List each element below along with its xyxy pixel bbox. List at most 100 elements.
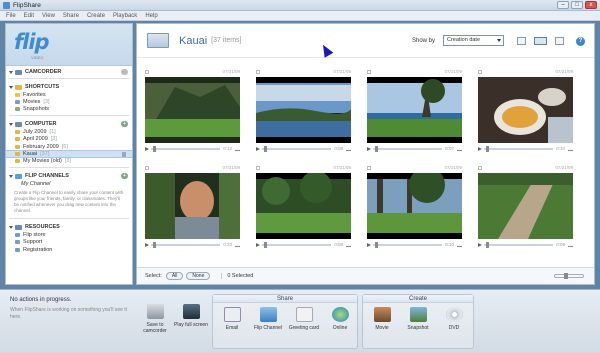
scrub-knob[interactable] — [153, 145, 156, 152]
play-full-screen-button[interactable]: Play full screen — [173, 304, 209, 328]
scrub-track[interactable] — [151, 145, 221, 152]
trim-icon[interactable] — [346, 147, 351, 151]
select-none-button[interactable]: None — [186, 272, 211, 280]
sidebar-item-my-movies-old[interactable]: My Movies (old) [3] — [6, 158, 132, 165]
video-thumbnail[interactable] — [367, 173, 462, 239]
menu-file[interactable]: File — [6, 13, 16, 19]
add-folder-icon[interactable]: + — [121, 121, 128, 128]
trim-icon[interactable] — [568, 147, 573, 151]
play-icon[interactable] — [256, 146, 260, 151]
flip-channels-header[interactable]: FLIP CHANNELS + — [6, 172, 132, 180]
snapshot-button[interactable]: Snapshot — [400, 307, 436, 331]
camcorder-header[interactable]: CAMCORDER — [6, 68, 132, 76]
resources-header[interactable]: RESOURCES — [6, 223, 132, 231]
select-checkbox[interactable] — [256, 166, 260, 170]
menu-help[interactable]: Help — [145, 13, 157, 19]
video-thumbnail[interactable] — [145, 77, 240, 143]
video-tile[interactable]: 07/21/09 0:10 — [367, 164, 462, 254]
add-channel-icon[interactable]: + — [121, 173, 128, 180]
scrub-knob[interactable] — [264, 145, 267, 152]
play-icon[interactable] — [145, 146, 149, 151]
video-thumbnail[interactable] — [145, 173, 240, 239]
play-icon[interactable] — [367, 146, 371, 151]
online-button[interactable]: Online — [322, 307, 358, 331]
video-tile[interactable]: 07/21/09 0:23 — [145, 164, 240, 254]
email-button[interactable]: Email — [214, 307, 250, 331]
select-checkbox[interactable] — [256, 70, 260, 74]
sidebar-item-my-channel[interactable]: My Channel — [6, 180, 132, 188]
dvd-button[interactable]: DVD — [436, 307, 472, 331]
movie-button[interactable]: Movie — [364, 307, 400, 331]
play-icon[interactable] — [256, 242, 260, 247]
menu-playback[interactable]: Playback — [113, 13, 137, 19]
sidebar-item-movies[interactable]: Movies [3] — [6, 98, 132, 105]
sort-select[interactable]: Creation date — [443, 35, 504, 46]
scrub-knob[interactable] — [486, 145, 489, 152]
scrub-knob[interactable] — [375, 145, 378, 152]
select-checkbox[interactable] — [145, 70, 149, 74]
scrub-track[interactable] — [484, 145, 554, 152]
trim-icon[interactable] — [346, 243, 351, 247]
scrub-knob[interactable] — [486, 241, 489, 248]
help-icon[interactable]: ? — [576, 37, 585, 46]
video-tile[interactable]: 07/21/09 0:08 — [256, 68, 351, 158]
scrub-knob[interactable] — [264, 241, 267, 248]
select-checkbox[interactable] — [145, 166, 149, 170]
list-view-icon[interactable] — [517, 37, 526, 45]
scrub-knob[interactable] — [375, 241, 378, 248]
trim-icon[interactable] — [457, 147, 462, 151]
select-checkbox[interactable] — [478, 70, 482, 74]
collapse-triangle-icon[interactable] — [9, 70, 13, 74]
video-thumbnail[interactable] — [367, 77, 462, 143]
sidebar-item-april-2009[interactable]: April 2009 [3] — [6, 136, 132, 143]
single-view-icon[interactable] — [555, 37, 564, 45]
shortcuts-header[interactable]: SHORTCUTS — [6, 83, 132, 91]
sidebar-item-kauai[interactable]: Kauai [37] — [6, 150, 132, 158]
collapse-triangle-icon[interactable] — [9, 174, 13, 178]
menu-share[interactable]: Share — [63, 13, 79, 19]
sidebar-item-support[interactable]: Support — [6, 239, 132, 246]
play-icon[interactable] — [478, 146, 482, 151]
sidebar-item-favorites[interactable]: Favorites — [6, 91, 132, 98]
computer-header[interactable]: COMPUTER + — [6, 120, 132, 128]
menu-view[interactable]: View — [42, 13, 55, 19]
minimize-button[interactable]: – — [557, 1, 569, 9]
video-tile[interactable]: 07/21/09 0:10 — [478, 68, 573, 158]
scrub-track[interactable] — [262, 241, 332, 248]
video-tile[interactable]: 07/21/09 0:09 — [478, 164, 573, 254]
play-icon[interactable] — [145, 242, 149, 247]
scrub-track[interactable] — [373, 241, 443, 248]
select-checkbox[interactable] — [367, 70, 371, 74]
save-to-camcorder-button[interactable]: Save to camcorder — [137, 304, 173, 334]
scrub-track[interactable] — [262, 145, 332, 152]
select-all-button[interactable]: All — [165, 272, 184, 280]
slider-knob[interactable] — [564, 273, 568, 279]
flip-channel-button[interactable]: Flip Channel — [250, 307, 286, 331]
trim-icon[interactable] — [235, 243, 240, 247]
video-tile[interactable]: 07/21/09 0:12 — [145, 68, 240, 158]
video-thumbnail[interactable] — [478, 173, 573, 239]
video-tile[interactable]: 07/21/09 0:07 — [367, 68, 462, 158]
play-icon[interactable] — [367, 242, 371, 247]
trim-icon[interactable] — [235, 147, 240, 151]
video-thumbnail[interactable] — [256, 173, 351, 239]
select-checkbox[interactable] — [367, 166, 371, 170]
eject-icon[interactable] — [121, 69, 128, 75]
trim-icon[interactable] — [568, 243, 573, 247]
grid-view-icon[interactable] — [534, 37, 547, 45]
menu-edit[interactable]: Edit — [24, 13, 34, 19]
scrub-track[interactable] — [373, 145, 443, 152]
sidebar-item-flip-store[interactable]: Flip store — [6, 231, 132, 238]
video-thumbnail[interactable] — [478, 77, 573, 143]
sidebar-item-july-2009[interactable]: July 2009 [1] — [6, 128, 132, 135]
collapse-triangle-icon[interactable] — [9, 85, 13, 89]
menu-create[interactable]: Create — [87, 13, 105, 19]
close-button[interactable]: x — [585, 1, 597, 9]
select-checkbox[interactable] — [478, 166, 482, 170]
video-thumbnail[interactable] — [256, 77, 351, 143]
play-icon[interactable] — [478, 242, 482, 247]
greeting-card-button[interactable]: Greeting card — [286, 307, 322, 331]
video-tile[interactable]: 07/21/09 0:08 — [256, 164, 351, 254]
collapse-triangle-icon[interactable] — [9, 122, 13, 126]
scrub-track[interactable] — [484, 241, 554, 248]
